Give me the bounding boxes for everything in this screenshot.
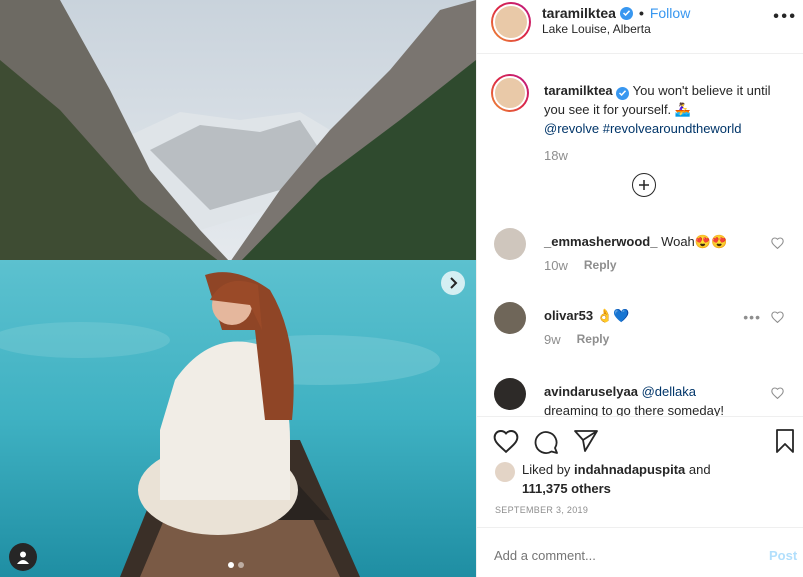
heart-icon[interactable] bbox=[771, 237, 784, 249]
comment-text: _emmasherwood_ Woah😍😍 bbox=[544, 232, 759, 251]
commenter-username[interactable]: avindaruselyaa bbox=[544, 384, 638, 399]
author-avatar[interactable] bbox=[491, 2, 531, 42]
comment-input[interactable] bbox=[494, 548, 744, 563]
header-user-row: taramilktea • Follow bbox=[542, 5, 690, 21]
reply-button[interactable]: Reply bbox=[577, 332, 610, 347]
heart-icon[interactable] bbox=[493, 429, 519, 453]
comment-meta: 10w Reply bbox=[544, 258, 617, 273]
verified-badge-icon bbox=[616, 86, 630, 100]
liker-avatar[interactable] bbox=[495, 462, 515, 482]
carousel-dot bbox=[238, 562, 244, 568]
comment-body: Woah😍😍 bbox=[661, 234, 728, 249]
carousel-dot-active bbox=[228, 562, 234, 568]
comment-timestamp: 9w bbox=[544, 332, 561, 347]
post-comment-button[interactable]: Post bbox=[769, 548, 797, 563]
author-username[interactable]: taramilktea bbox=[542, 5, 616, 21]
comment-meta: 9w Reply bbox=[544, 332, 609, 347]
commenter-avatar[interactable] bbox=[494, 228, 526, 260]
bookmark-icon[interactable] bbox=[775, 429, 795, 453]
more-horizontal-icon[interactable]: • • • bbox=[773, 8, 795, 26]
carousel-next-button[interactable] bbox=[441, 271, 465, 295]
action-bar bbox=[477, 416, 803, 464]
likes-summary: Liked by indahnadapuspita and 111,375 ot… bbox=[495, 460, 795, 500]
chevron-right-icon bbox=[450, 277, 458, 289]
tagged-users-button[interactable] bbox=[9, 543, 37, 571]
caption-text: taramilktea You won't believe it until y… bbox=[544, 81, 789, 138]
separator-dot: • bbox=[638, 5, 644, 21]
carousel-dots bbox=[228, 562, 244, 568]
commenter-avatar[interactable] bbox=[494, 378, 526, 410]
likes-and: and bbox=[685, 462, 711, 477]
comment-text: olivar53 👌💙 bbox=[544, 306, 759, 325]
comments-list[interactable]: taramilktea You won't believe it until y… bbox=[477, 54, 803, 416]
caption-mention[interactable]: @revolve bbox=[544, 121, 599, 136]
commenter-username[interactable]: olivar53 bbox=[544, 308, 593, 323]
caption-timestamp: 18w bbox=[544, 148, 568, 163]
share-icon[interactable] bbox=[573, 429, 599, 453]
commenter-avatar[interactable] bbox=[494, 302, 526, 334]
comment-mention[interactable]: @dellaka bbox=[642, 384, 696, 399]
lake-photo bbox=[0, 0, 476, 577]
comment-options-icon[interactable]: ••• bbox=[743, 309, 761, 325]
plus-icon bbox=[639, 180, 649, 190]
caption-hashtag[interactable]: #revolvearoundtheworld bbox=[603, 121, 742, 136]
comment-body: dreaming to go there someday! bbox=[544, 403, 724, 416]
load-more-comments-button[interactable] bbox=[632, 173, 656, 197]
likes-prefix: Liked by bbox=[522, 462, 575, 477]
reply-button[interactable]: Reply bbox=[584, 258, 617, 273]
post-photo[interactable] bbox=[0, 0, 476, 577]
follow-button[interactable]: Follow bbox=[650, 5, 690, 21]
comment-timestamp: 10w bbox=[544, 258, 568, 273]
comment-text: avindaruselyaa @dellaka dreaming to go t… bbox=[544, 382, 759, 416]
verified-badge-icon bbox=[619, 6, 633, 20]
post-sidebar: taramilktea • Follow Lake Louise, Albert… bbox=[476, 0, 803, 577]
commenter-username[interactable]: _emmasherwood_ bbox=[544, 234, 657, 249]
liker-username[interactable]: indahnadapuspita bbox=[574, 462, 685, 477]
post-header: taramilktea • Follow Lake Louise, Albert… bbox=[477, 0, 803, 54]
comment-item: olivar53 👌💙 9w Reply ••• bbox=[477, 302, 803, 362]
heart-icon[interactable] bbox=[771, 387, 784, 399]
comment-body: 👌💙 bbox=[596, 308, 630, 323]
comment-item: avindaruselyaa @dellaka dreaming to go t… bbox=[477, 378, 803, 416]
user-icon bbox=[17, 551, 29, 564]
comment-item: _emmasherwood_ Woah😍😍 10w Reply bbox=[477, 228, 803, 288]
add-comment-bar: Post bbox=[477, 527, 803, 577]
caption-avatar[interactable] bbox=[491, 74, 529, 112]
post-date: SEPTEMBER 3, 2019 bbox=[495, 505, 589, 515]
heart-icon[interactable] bbox=[771, 311, 784, 323]
caption-username[interactable]: taramilktea bbox=[544, 83, 613, 98]
likes-text: Liked by indahnadapuspita and 111,375 ot… bbox=[522, 460, 782, 498]
comment-icon[interactable] bbox=[533, 429, 559, 455]
location-link[interactable]: Lake Louise, Alberta bbox=[542, 22, 651, 36]
likes-count-link[interactable]: 111,375 others bbox=[522, 481, 611, 496]
